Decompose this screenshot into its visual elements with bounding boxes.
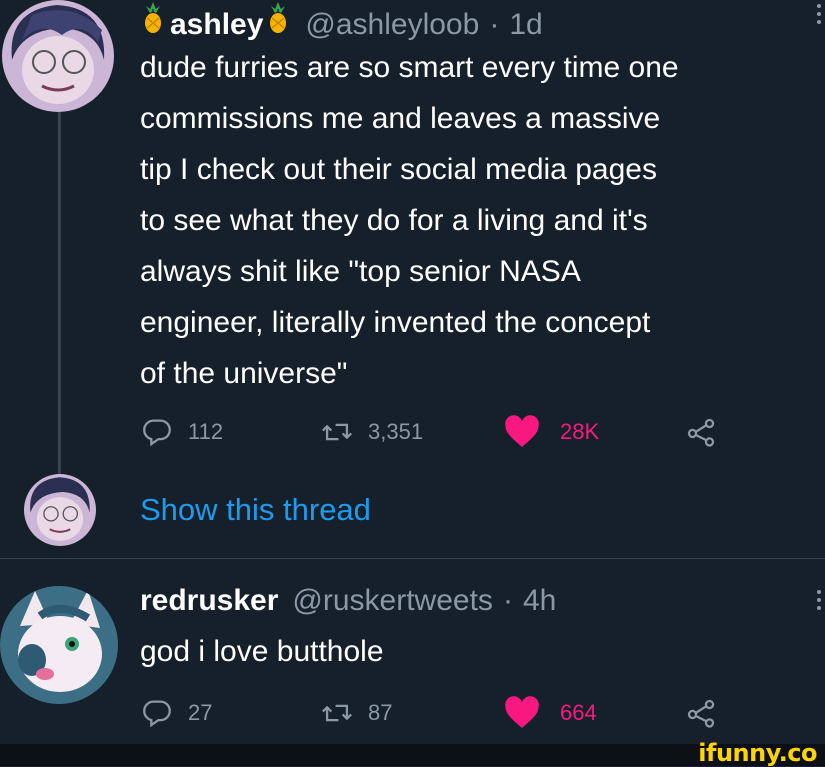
share-icon [684, 415, 718, 449]
thread-connector-line [58, 112, 61, 480]
tweet1-text-line: of the universe" [140, 357, 348, 390]
tweet1-retweet-count: 3,351 [368, 419, 424, 444]
tweet1-like-button[interactable]: 28K [504, 415, 599, 449]
tweet1-handle[interactable]: @ashleyloob [305, 8, 479, 42]
thread-avatar-ashley[interactable] [24, 474, 96, 546]
avatar-redrusker[interactable] [0, 586, 118, 704]
heart-icon [504, 696, 540, 730]
tweet2-display-name[interactable]: redrusker [140, 584, 278, 618]
heart-icon [504, 415, 540, 449]
tweet1-text-line: engineer, literally invented the concept [140, 306, 651, 339]
avatar-ashley[interactable] [2, 0, 114, 112]
tweet2-handle[interactable]: @ruskertweets [292, 584, 493, 618]
tweet1-action-bar: 112 3,351 28K [140, 415, 740, 455]
pineapple-icon [140, 2, 166, 34]
tweet2-timestamp[interactable]: 4h [523, 584, 556, 618]
tweet1-like-count: 28K [560, 419, 600, 444]
show-thread-link[interactable]: Show this thread [140, 492, 371, 528]
tweet1-text-line: dude furries are so smart every time one [140, 51, 679, 84]
tweet1-text-line: commissions me and leaves a massive [140, 102, 661, 135]
share-icon [684, 696, 718, 730]
tweet1-display-name[interactable]: ashley [170, 8, 263, 42]
tweet-divider [0, 558, 825, 559]
tweet1-reply-count: 112 [188, 419, 224, 444]
tweet2-like-button[interactable]: 664 [504, 696, 597, 730]
tweet1-share-button[interactable] [684, 415, 718, 449]
tweet1-more-icon[interactable] [817, 4, 823, 28]
reply-icon [140, 415, 174, 449]
tweet1-text-line: always shit like "top senior NASA [140, 255, 581, 288]
tweet2-reply-button[interactable]: 27 [140, 696, 212, 730]
tweet1-text: dude furries are so smart every time one… [140, 42, 820, 399]
tweet1-header: ashley @ashleyloob · 1d [140, 2, 543, 42]
tweet1-text-line: tip I check out their social media pages [140, 153, 657, 186]
tweet1-timestamp[interactable]: 1d [509, 8, 542, 42]
tweet2-reply-count: 27 [188, 700, 213, 725]
tweet1-text-line: to see what they do for a living and it'… [140, 204, 648, 237]
tweet2-retweet-count: 87 [368, 700, 393, 725]
retweet-icon [320, 415, 354, 449]
tweet2-separator: · [502, 584, 513, 617]
tweet2-text: god i love butthole [140, 635, 384, 668]
tweet2-like-count: 664 [560, 700, 597, 725]
tweet2-share-button[interactable] [684, 696, 718, 730]
tweet2-retweet-button[interactable]: 87 [320, 696, 392, 730]
retweet-icon [320, 696, 354, 730]
tweet2-more-icon[interactable] [817, 590, 823, 614]
reply-icon [140, 696, 174, 730]
tweet1-separator: · [489, 8, 500, 41]
tweet1-retweet-button[interactable]: 3,351 [320, 415, 423, 449]
ifunny-watermark: ifunny.co [698, 739, 817, 767]
tweet2-action-bar: 27 87 664 [140, 696, 740, 736]
tweet1-reply-button[interactable]: 112 [140, 415, 223, 449]
pineapple-icon [265, 2, 291, 34]
tweet2-header: redrusker @ruskertweets · 4h [140, 584, 556, 618]
